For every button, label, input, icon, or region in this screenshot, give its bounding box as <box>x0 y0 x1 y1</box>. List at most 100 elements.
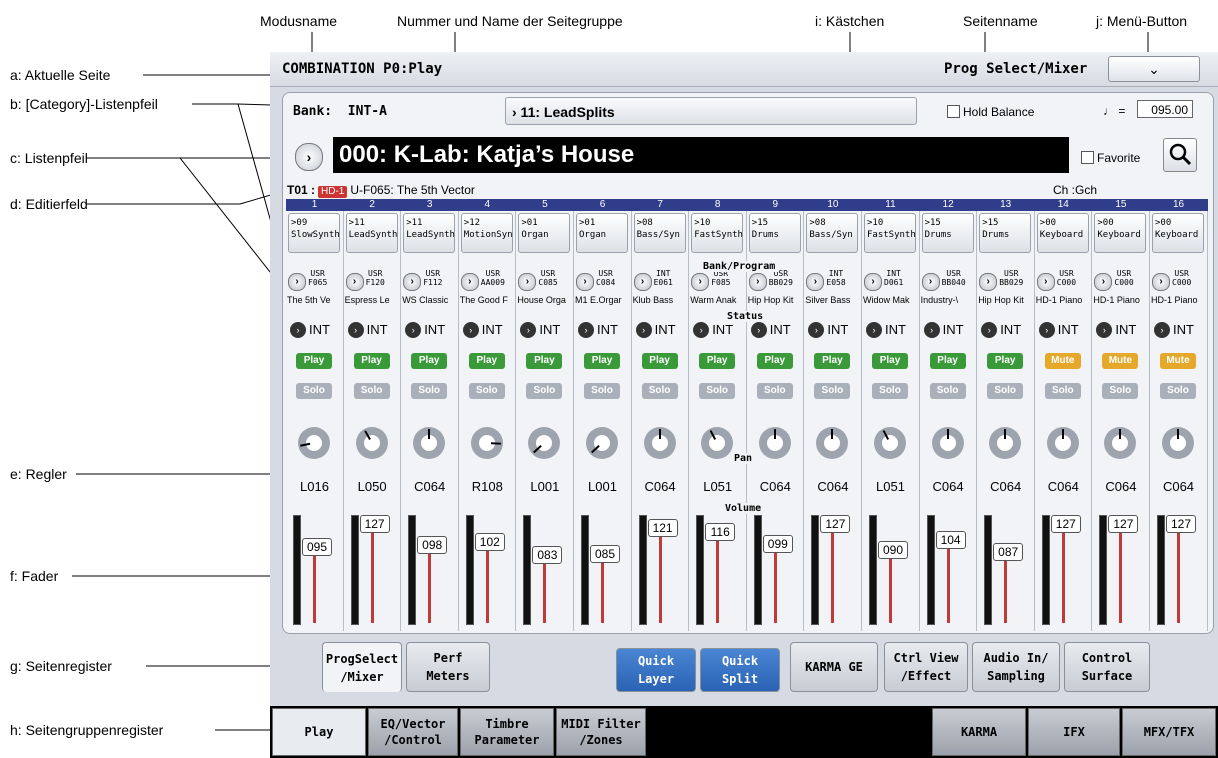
status-select[interactable]: › INT <box>632 319 689 341</box>
list-arrow-icon[interactable]: › <box>864 273 882 291</box>
solo-button[interactable]: Solo <box>584 383 620 399</box>
pan-knob[interactable] <box>355 427 388 459</box>
volume-fader[interactable]: 116 <box>689 511 746 629</box>
volume-fader[interactable]: 095 <box>286 511 343 629</box>
category-button[interactable]: >00 Keyboard <box>1152 213 1204 253</box>
list-arrow-icon[interactable]: › <box>518 273 537 291</box>
play-mute-button[interactable]: Play <box>814 353 851 369</box>
bank-program-select[interactable]: › INT E058 <box>804 269 861 291</box>
status-select[interactable]: › INT <box>459 319 516 341</box>
volume-fader[interactable]: 121 <box>632 511 689 629</box>
status-select[interactable]: › INT <box>747 319 804 341</box>
list-arrow-icon[interactable]: › <box>576 273 594 291</box>
pan-knob[interactable] <box>989 427 1022 459</box>
group-tab[interactable]: Timbre Parameter <box>460 708 554 756</box>
status-arrow-icon[interactable]: › <box>750 322 767 338</box>
play-mute-button[interactable]: Play <box>929 353 966 369</box>
status-arrow-icon[interactable]: › <box>1038 322 1055 338</box>
status-select[interactable]: › INT <box>286 319 343 341</box>
fader-cap[interactable]: 127 <box>359 515 390 533</box>
group-tab[interactable]: MFX/TFX <box>1122 708 1216 756</box>
pan-knob[interactable] <box>701 427 734 459</box>
category-button[interactable]: >01 Organ <box>518 213 571 253</box>
bank-program-select[interactable]: › USR C000 <box>1150 269 1207 291</box>
status-arrow-icon[interactable]: › <box>290 322 306 338</box>
page-tab[interactable]: Perf Meters <box>406 642 490 692</box>
category-button[interactable]: >15 Drums <box>979 213 1032 253</box>
pan-knob[interactable] <box>413 427 446 459</box>
favorite-checkbox[interactable]: Favorite <box>1081 151 1140 165</box>
pan-knob[interactable] <box>643 427 676 459</box>
category-button[interactable]: >11 LeadSynth <box>403 213 456 253</box>
status-arrow-icon[interactable]: › <box>808 322 825 338</box>
group-tab[interactable]: EQ/Vector /Control <box>368 708 458 756</box>
list-arrow-icon[interactable]: › <box>691 273 710 291</box>
solo-button[interactable]: Solo <box>468 383 505 399</box>
list-arrow-icon[interactable]: › <box>345 273 364 291</box>
bank-program-select[interactable]: › USR C000 <box>1035 269 1092 291</box>
play-mute-button[interactable]: Play <box>872 353 908 369</box>
list-arrow-icon[interactable]: › <box>748 273 767 291</box>
solo-button[interactable]: Solo <box>296 383 332 399</box>
solo-button[interactable]: Solo <box>526 383 563 399</box>
list-arrow-icon[interactable]: › <box>288 273 306 291</box>
category-button[interactable]: >15 Drums <box>748 213 801 253</box>
group-tab[interactable]: KARMA <box>932 708 1026 756</box>
play-mute-button[interactable]: Play <box>641 353 678 369</box>
status-arrow-icon[interactable]: › <box>866 322 882 338</box>
solo-button[interactable]: Solo <box>353 383 390 399</box>
pan-knob[interactable] <box>298 427 330 459</box>
bank-program-select[interactable]: › USR C084 <box>574 269 631 291</box>
solo-button[interactable]: Solo <box>1102 383 1139 399</box>
pan-knob[interactable] <box>758 427 791 459</box>
status-select[interactable]: › INT <box>689 319 746 341</box>
category-button[interactable]: >00 Keyboard <box>1036 213 1089 253</box>
checkbox-box[interactable] <box>947 105 960 118</box>
group-tab[interactable]: IFX <box>1028 708 1120 756</box>
category-button[interactable]: >11 LeadSynth <box>345 213 398 253</box>
volume-fader[interactable]: 099 <box>747 511 804 629</box>
play-mute-button[interactable]: Mute <box>1160 353 1196 369</box>
page-tab[interactable]: Quick Split <box>700 648 780 692</box>
bank-program-select[interactable]: › USR BB029 <box>977 269 1034 291</box>
category-button[interactable]: >08 Bass/Syn <box>806 213 859 253</box>
list-arrow-icon[interactable]: › <box>979 273 998 291</box>
fader-cap[interactable]: 127 <box>1108 515 1139 533</box>
bank-program-select[interactable]: › USR BB040 <box>920 269 977 291</box>
volume-fader[interactable]: 127 <box>344 511 401 629</box>
play-mute-button[interactable]: Play <box>296 353 332 369</box>
status-arrow-icon[interactable]: › <box>462 322 479 338</box>
page-tab[interactable]: Control Surface <box>1064 642 1150 692</box>
bank-program-select[interactable]: › USR C000 <box>1092 269 1149 291</box>
solo-button[interactable]: Solo <box>929 383 966 399</box>
page-tab[interactable]: Quick Layer <box>616 648 696 692</box>
status-select[interactable]: › INT <box>977 319 1034 341</box>
solo-button[interactable]: Solo <box>756 383 793 399</box>
list-arrow-icon[interactable]: › <box>1094 273 1113 291</box>
play-mute-button[interactable]: Play <box>584 353 620 369</box>
pan-knob[interactable] <box>586 427 618 459</box>
pan-knob[interactable] <box>470 427 503 459</box>
solo-button[interactable]: Solo <box>1160 383 1196 399</box>
status-select[interactable]: › INT <box>920 319 977 341</box>
fader-cap[interactable]: 102 <box>474 532 505 551</box>
pan-knob[interactable] <box>1104 427 1137 459</box>
volume-fader[interactable]: 127 <box>1035 511 1092 629</box>
volume-fader[interactable]: 102 <box>459 511 516 629</box>
group-tab[interactable]: Play <box>272 708 366 756</box>
volume-fader[interactable]: 087 <box>977 511 1034 629</box>
status-select[interactable]: › INT <box>401 319 458 341</box>
status-arrow-icon[interactable]: › <box>1096 322 1113 338</box>
pan-knob[interactable] <box>1162 427 1194 459</box>
status-select[interactable]: › INT <box>1150 319 1207 341</box>
solo-button[interactable]: Solo <box>1044 383 1081 399</box>
status-arrow-icon[interactable]: › <box>635 322 652 338</box>
bank-program-select[interactable]: › USR BB029 <box>747 269 804 291</box>
play-mute-button[interactable]: Play <box>756 353 793 369</box>
pan-knob[interactable] <box>931 427 964 459</box>
volume-fader[interactable]: 085 <box>574 511 631 629</box>
pan-knob[interactable] <box>816 427 849 459</box>
fader-cap[interactable]: 083 <box>532 546 563 565</box>
bank-program-select[interactable]: › USR F065 <box>286 269 343 291</box>
play-mute-button[interactable]: Play <box>468 353 505 369</box>
